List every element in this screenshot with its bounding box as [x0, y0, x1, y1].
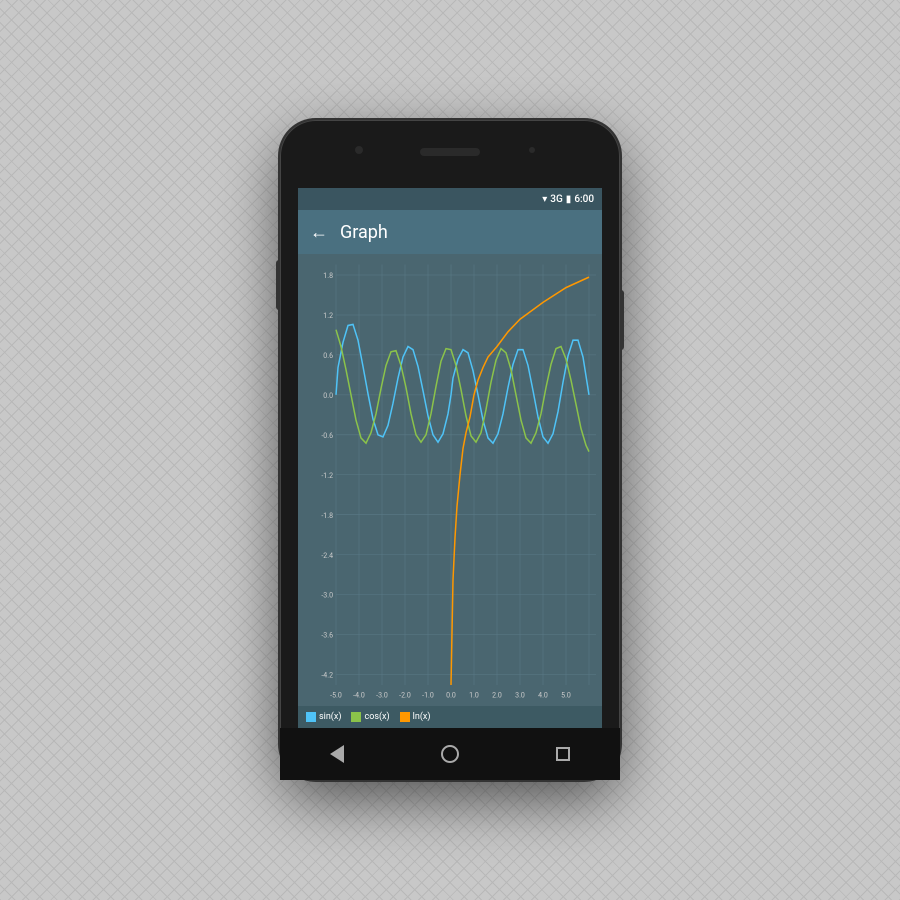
svg-text:-4.0: -4.0: [353, 690, 365, 699]
svg-text:0.6: 0.6: [323, 351, 333, 360]
svg-text:2.0: 2.0: [492, 690, 502, 699]
phone-top-bar: [280, 120, 620, 188]
svg-text:-4.2: -4.2: [321, 670, 333, 679]
cos-color-swatch: [351, 712, 361, 722]
wifi-icon: ▾: [542, 194, 547, 205]
svg-text:-1.0: -1.0: [422, 690, 434, 699]
status-icons: ▾ 3G ▮ 6:00: [542, 194, 594, 205]
signal-label: 3G: [550, 194, 563, 205]
phone-device: ▾ 3G ▮ 6:00 ← Graph: [280, 120, 620, 780]
app-title: Graph: [340, 222, 388, 243]
svg-text:3.0: 3.0: [515, 690, 525, 699]
app-bar: ← Graph: [298, 210, 602, 254]
legend-ln: ln(x): [400, 712, 431, 722]
svg-text:-3.6: -3.6: [321, 631, 333, 640]
svg-text:-2.0: -2.0: [399, 690, 411, 699]
svg-text:0.0: 0.0: [446, 690, 456, 699]
ln-label: ln(x): [413, 712, 431, 722]
nav-back-button[interactable]: [319, 736, 355, 772]
svg-text:-2.4: -2.4: [321, 551, 333, 560]
svg-text:1.8: 1.8: [323, 271, 333, 280]
svg-text:-1.8: -1.8: [321, 511, 333, 520]
svg-text:-5.0: -5.0: [330, 690, 342, 699]
home-circle-icon: [441, 745, 459, 763]
time-label: 6:00: [574, 194, 594, 205]
sin-label: sin(x): [319, 712, 341, 722]
back-triangle-icon: [330, 745, 344, 763]
svg-text:1.0: 1.0: [469, 690, 479, 699]
svg-text:5.0: 5.0: [561, 690, 571, 699]
battery-icon: ▮: [566, 194, 572, 205]
nav-home-button[interactable]: [432, 736, 468, 772]
svg-text:4.0: 4.0: [538, 690, 548, 699]
proximity-sensor: [529, 147, 535, 153]
legend-cos: cos(x): [351, 712, 389, 722]
cos-label: cos(x): [364, 712, 389, 722]
recent-square-icon: [556, 747, 570, 761]
front-camera: [355, 146, 363, 154]
graph-svg: 1.8 1.2 0.6 0.0 -0.6 -1.2 -1.8 -2.4 -3.0…: [298, 254, 602, 706]
phone-screen: ▾ 3G ▮ 6:00 ← Graph: [298, 188, 602, 728]
legend-bar: sin(x) cos(x) ln(x): [298, 706, 602, 728]
svg-text:1.2: 1.2: [323, 311, 333, 320]
legend-sin: sin(x): [306, 712, 341, 722]
ln-color-swatch: [400, 712, 410, 722]
earpiece-speaker: [420, 148, 480, 156]
nav-recent-button[interactable]: [545, 736, 581, 772]
svg-text:-1.2: -1.2: [321, 471, 333, 480]
svg-text:-3.0: -3.0: [376, 690, 388, 699]
svg-text:-0.6: -0.6: [321, 431, 333, 440]
svg-text:-3.0: -3.0: [321, 591, 333, 600]
graph-container[interactable]: 1.8 1.2 0.6 0.0 -0.6 -1.2 -1.8 -2.4 -3.0…: [298, 254, 602, 706]
status-bar: ▾ 3G ▮ 6:00: [298, 188, 602, 210]
sin-color-swatch: [306, 712, 316, 722]
bottom-nav: [280, 728, 620, 780]
svg-text:0.0: 0.0: [323, 391, 333, 400]
back-button[interactable]: ←: [310, 222, 328, 243]
